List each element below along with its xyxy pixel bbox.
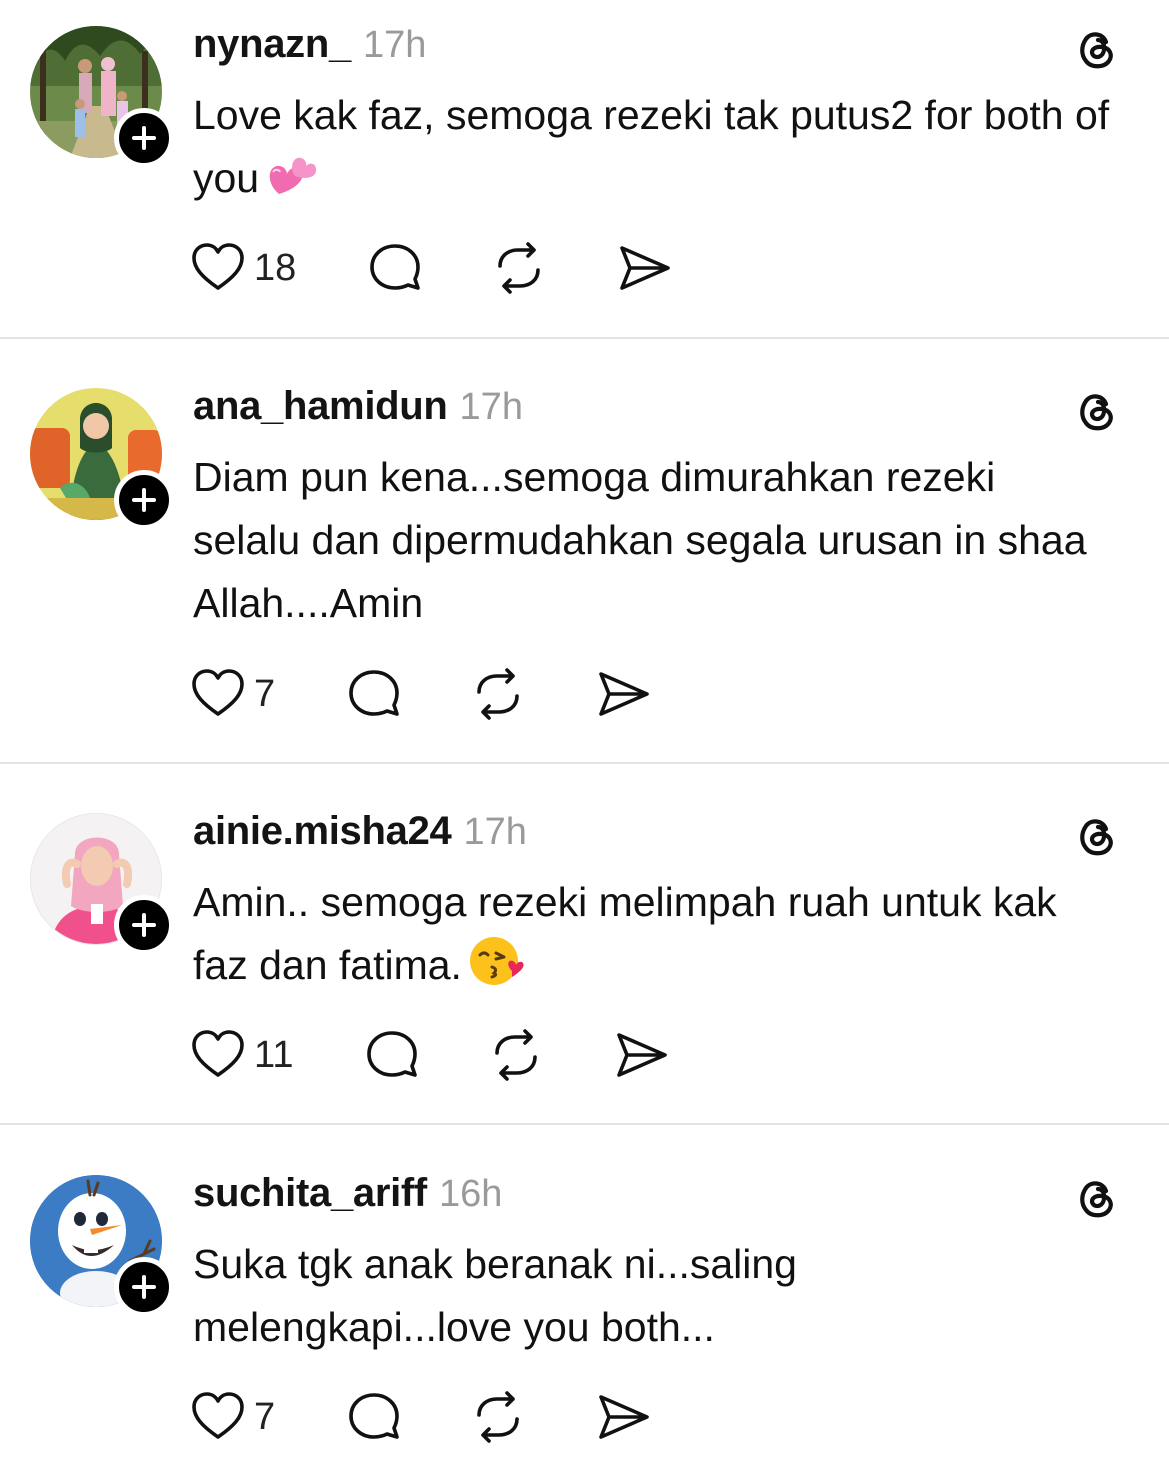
repost-icon	[495, 1029, 538, 1081]
avatar[interactable]	[30, 813, 174, 955]
share-button[interactable]	[613, 1029, 669, 1081]
post-divider	[0, 1123, 1169, 1125]
share-button[interactable]	[616, 242, 672, 294]
post-text-body: Diam pun kena...semoga dimurahkan rezeki…	[193, 454, 1087, 626]
repost-button[interactable]	[492, 242, 546, 294]
like-button[interactable]: 7	[190, 1391, 275, 1443]
send-icon	[599, 672, 649, 716]
send-icon	[617, 1033, 668, 1077]
timestamp: 16h	[438, 1173, 503, 1215]
avatar[interactable]	[30, 388, 174, 530]
reply-button[interactable]	[347, 668, 401, 720]
repost-button[interactable]	[471, 1391, 525, 1443]
plus-icon	[132, 126, 156, 150]
share-button[interactable]	[595, 1391, 651, 1443]
like-button[interactable]: 11	[190, 1029, 293, 1081]
reply-button[interactable]	[347, 1391, 401, 1443]
like-count: 18	[254, 246, 297, 289]
post: ainie.misha24 17h Amin.. semoga rezeki m…	[0, 787, 1169, 1123]
repost-icon	[498, 242, 541, 294]
post-actions: 11	[190, 1027, 669, 1083]
like-count: 7	[254, 672, 276, 715]
post-actions: 7	[190, 1389, 651, 1445]
post-text: Love kak faz, semoga rezeki tak putus2 f…	[193, 84, 1113, 218]
post-text: Suka tgk anak beranak ni...saling meleng…	[193, 1233, 1113, 1359]
timestamp: 17h	[362, 24, 427, 66]
post-actions: 18	[190, 240, 672, 296]
like-count: 11	[254, 1033, 294, 1076]
post-header: nynazn_ 17h	[193, 22, 426, 74]
plus-icon	[132, 488, 156, 512]
like-button[interactable]: 18	[190, 242, 296, 294]
post: suchita_ariff 16h Suka tgk anak beranak …	[0, 1149, 1169, 1477]
heart-icon	[192, 243, 244, 290]
plus-icon	[132, 913, 156, 937]
follow-button[interactable]	[114, 470, 174, 530]
like-button[interactable]: 7	[190, 668, 275, 720]
timestamp: 17h	[459, 386, 523, 428]
post-text-body: Suka tgk anak beranak ni...saling meleng…	[193, 1241, 797, 1350]
reply-button[interactable]	[365, 1029, 419, 1081]
share-button[interactable]	[595, 668, 651, 720]
threads-logo-icon[interactable]	[1072, 1173, 1122, 1223]
post-header: ainie.misha24 17h	[193, 809, 527, 861]
follow-button[interactable]	[114, 895, 174, 955]
reply-button[interactable]	[368, 242, 422, 294]
avatar[interactable]	[30, 1175, 174, 1317]
username[interactable]: nynazn_	[193, 22, 351, 67]
replies-feed: nynazn_ 17h Love kak faz, semoga rezeki …	[0, 0, 1169, 1477]
username[interactable]: suchita_ariff	[193, 1171, 427, 1216]
post: nynazn_ 17h Love kak faz, semoga rezeki …	[0, 0, 1169, 338]
post-header: ana_hamidun 17h	[193, 384, 523, 436]
comment-bubble-icon	[370, 244, 421, 290]
heart-icon	[192, 1392, 244, 1439]
avatar[interactable]	[30, 26, 174, 168]
repost-button[interactable]	[489, 1029, 543, 1081]
send-icon	[599, 1395, 649, 1439]
threads-logo-icon[interactable]	[1072, 24, 1122, 74]
comment-bubble-icon	[349, 670, 399, 716]
repost-button[interactable]	[471, 668, 525, 720]
post-actions: 7	[190, 666, 651, 722]
like-count: 7	[254, 1395, 276, 1438]
post-header: suchita_ariff 16h	[193, 1171, 502, 1223]
heart-icon	[192, 669, 244, 716]
revolving-hearts-emoji	[265, 154, 317, 218]
post-text: Amin.. semoga rezeki melimpah ruah untuk…	[193, 871, 1113, 1005]
send-icon	[620, 246, 671, 290]
timestamp: 17h	[463, 811, 527, 853]
comment-bubble-icon	[349, 1393, 399, 1439]
threads-logo-icon[interactable]	[1072, 811, 1122, 861]
follow-button[interactable]	[114, 108, 174, 168]
follow-button[interactable]	[114, 1257, 174, 1317]
threads-logo-icon[interactable]	[1072, 386, 1122, 436]
username[interactable]: ainie.misha24	[193, 809, 452, 854]
username[interactable]: ana_hamidun	[193, 384, 448, 429]
heart-icon	[192, 1030, 244, 1077]
repost-icon	[477, 1391, 519, 1443]
post-text-body: Amin.. semoga rezeki melimpah ruah untuk…	[193, 879, 1057, 988]
post-text: Diam pun kena...semoga dimurahkan rezeki…	[193, 446, 1113, 635]
face-blowing-kiss-emoji	[468, 935, 526, 1005]
comment-bubble-icon	[367, 1031, 418, 1077]
post-divider	[0, 337, 1169, 339]
post-text-body: Love kak faz, semoga rezeki tak putus2 f…	[193, 92, 1110, 201]
plus-icon	[132, 1275, 156, 1299]
repost-icon	[477, 668, 519, 720]
post: ana_hamidun 17h Diam pun kena...semoga d…	[0, 362, 1169, 762]
post-divider	[0, 762, 1169, 764]
